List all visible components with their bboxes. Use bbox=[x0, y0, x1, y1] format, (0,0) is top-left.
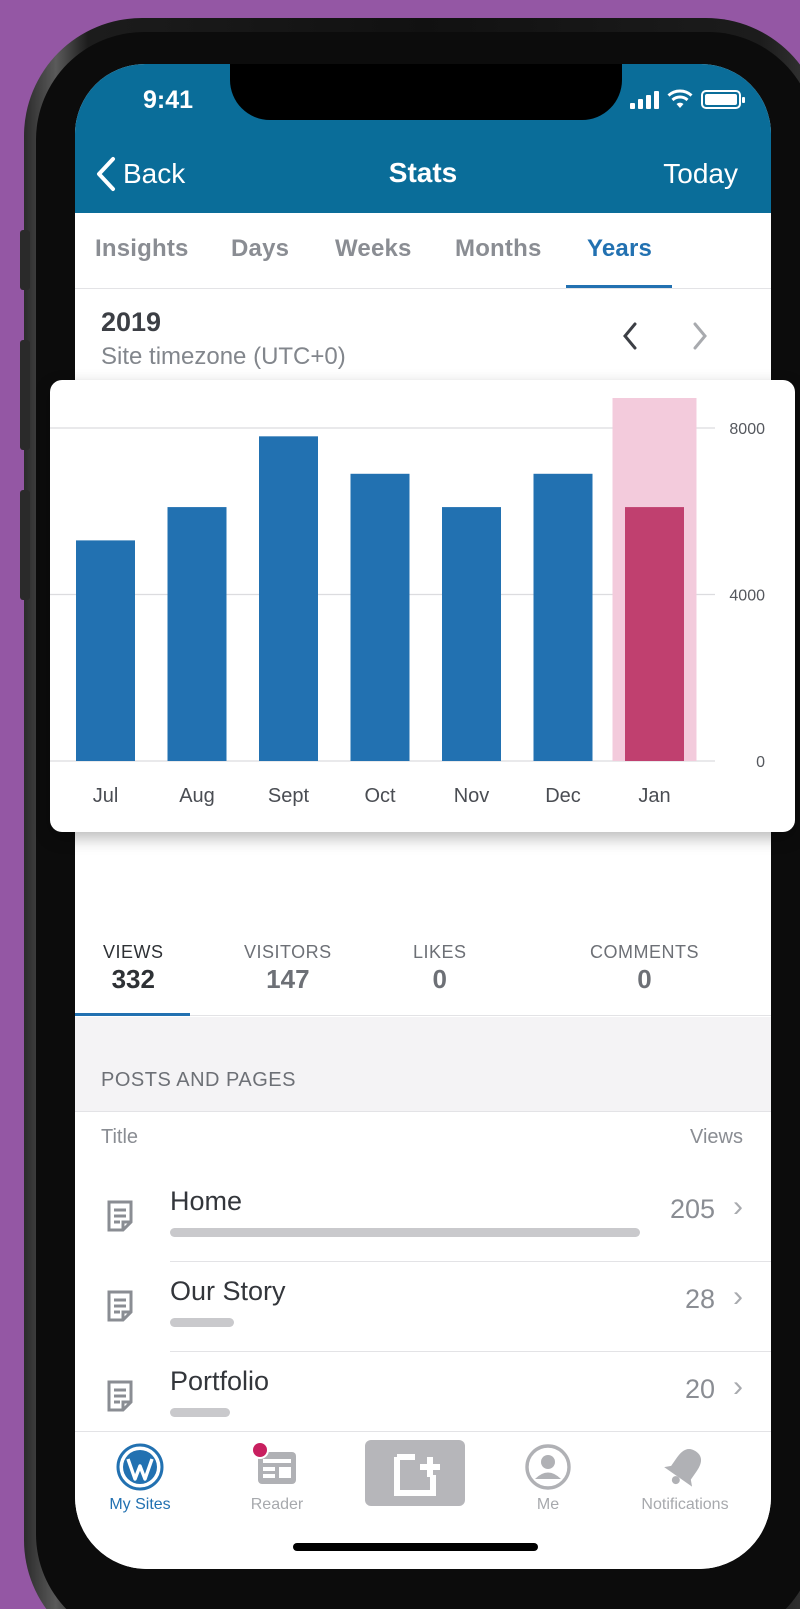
stat-likes[interactable]: LIKES 0 bbox=[413, 942, 467, 995]
post-views: 205 bbox=[669, 1194, 715, 1224]
views-bar bbox=[170, 1318, 234, 1327]
tab-reader[interactable]: Reader bbox=[212, 1441, 342, 1514]
bar-sept bbox=[259, 436, 318, 761]
section-title: POSTS AND PAGES bbox=[101, 1069, 296, 1091]
views-bar bbox=[170, 1228, 640, 1237]
bar-oct bbox=[350, 473, 410, 761]
x-tick-label: Jul bbox=[93, 785, 119, 807]
page-icon bbox=[107, 1290, 133, 1322]
battery-icon bbox=[701, 90, 745, 109]
stat-value: 0 bbox=[637, 964, 652, 994]
tab-insights[interactable]: Insights bbox=[95, 235, 189, 263]
next-period-button[interactable] bbox=[691, 321, 709, 351]
stat-comments[interactable]: COMMENTS 0 bbox=[590, 942, 699, 995]
today-button[interactable]: Today bbox=[663, 158, 738, 190]
x-tick-label: Sept bbox=[268, 785, 310, 807]
active-stat-indicator bbox=[75, 1013, 190, 1016]
table-header: Title Views bbox=[75, 1112, 771, 1172]
wifi-icon bbox=[667, 89, 693, 108]
stat-label: VIEWS bbox=[103, 942, 164, 962]
status-time: 9:41 bbox=[143, 86, 194, 114]
x-tick-label: Oct bbox=[364, 785, 396, 807]
back-label: Back bbox=[123, 158, 186, 189]
section-header: POSTS AND PAGES bbox=[75, 1017, 771, 1112]
tab-days[interactable]: Days bbox=[231, 235, 289, 263]
mute-switch bbox=[20, 230, 30, 290]
back-button[interactable]: Back bbox=[95, 156, 185, 192]
x-tick-label: Aug bbox=[179, 785, 215, 807]
tab-label: Me bbox=[536, 1496, 560, 1513]
tab-months[interactable]: Months bbox=[455, 235, 542, 263]
views-bar-chart: 0 4000 8000 Jul Aug Sept Oct Nov Dec Jan bbox=[50, 398, 765, 807]
stat-visitors[interactable]: VISITORS 147 bbox=[244, 942, 332, 995]
chevron-left-icon bbox=[97, 157, 115, 191]
tab-label: Reader bbox=[250, 1496, 304, 1513]
reader-icon bbox=[251, 1441, 302, 1492]
stat-label: COMMENTS bbox=[590, 942, 699, 962]
column-title: Title bbox=[101, 1126, 139, 1148]
tab-notifications[interactable]: Notifications bbox=[620, 1442, 750, 1514]
tab-my-sites[interactable]: My Sites bbox=[75, 1442, 205, 1514]
stat-label: LIKES bbox=[413, 942, 467, 962]
y-tick-label: 0 bbox=[756, 754, 765, 771]
stat-label: VISITORS bbox=[244, 942, 332, 962]
bar-jan bbox=[625, 507, 684, 761]
stat-value: 0 bbox=[432, 964, 447, 994]
chevron-right-icon: › bbox=[733, 1190, 743, 1223]
tab-label: Notifications bbox=[641, 1496, 729, 1513]
volume-down-button bbox=[20, 490, 30, 600]
tab-label: My Sites bbox=[109, 1496, 171, 1513]
stat-views[interactable]: VIEWS 332 bbox=[103, 942, 164, 995]
new-post-icon bbox=[394, 1454, 440, 1496]
table-row[interactable]: Our Story 28 › bbox=[75, 1262, 771, 1352]
table-row[interactable]: Portfolio 20 › bbox=[75, 1352, 771, 1442]
signal-icon bbox=[630, 91, 659, 109]
post-title: Our Story bbox=[170, 1276, 286, 1306]
summary-tabs: VIEWS 332 VISITORS 147 LIKES 0 COMMENTS … bbox=[75, 864, 771, 1016]
volume-up-button bbox=[20, 340, 30, 450]
tab-weeks[interactable]: Weeks bbox=[335, 235, 412, 263]
period-tabs: Insights Days Weeks Months Years bbox=[75, 213, 771, 289]
status-icons bbox=[630, 89, 745, 109]
post-views: 28 bbox=[684, 1284, 715, 1314]
post-views: 20 bbox=[684, 1374, 715, 1404]
chevron-right-icon: › bbox=[733, 1280, 743, 1313]
y-tick-label: 4000 bbox=[729, 588, 765, 605]
previous-period-button[interactable] bbox=[621, 321, 639, 351]
navigation-bar: 9:41 Back Stats Today bbox=[75, 64, 771, 213]
tab-me[interactable]: Me bbox=[483, 1442, 613, 1514]
period-year: 2019 bbox=[101, 307, 162, 337]
y-tick-label: 8000 bbox=[729, 421, 765, 438]
post-title: Portfolio bbox=[170, 1366, 270, 1396]
bar-jul bbox=[76, 540, 135, 761]
x-tick-label: Dec bbox=[545, 785, 581, 807]
bar-dec bbox=[533, 473, 593, 761]
bell-icon bbox=[660, 1442, 710, 1492]
me-icon bbox=[523, 1442, 573, 1492]
column-views: Views bbox=[690, 1126, 743, 1148]
tab-years[interactable]: Years bbox=[587, 235, 652, 263]
x-tick-label: Nov bbox=[454, 785, 490, 807]
new-post-button[interactable] bbox=[365, 1440, 465, 1506]
stat-value: 147 bbox=[266, 964, 310, 994]
page-icon bbox=[107, 1380, 133, 1412]
x-tick-label: Jan bbox=[638, 785, 670, 807]
timezone-label: Site timezone (UTC+0) bbox=[101, 343, 346, 370]
active-tab-indicator bbox=[566, 285, 672, 288]
bar-nov bbox=[442, 507, 501, 761]
views-bar bbox=[170, 1408, 230, 1417]
home-indicator bbox=[293, 1543, 538, 1551]
stat-value: 332 bbox=[111, 964, 155, 994]
chevron-right-icon: › bbox=[733, 1370, 743, 1403]
table-row[interactable]: Home 205 › bbox=[75, 1172, 771, 1262]
period-selector: 2019 Site timezone (UTC+0) bbox=[75, 289, 771, 379]
wordpress-icon bbox=[115, 1442, 165, 1492]
notch bbox=[230, 64, 622, 120]
page-icon bbox=[107, 1200, 133, 1232]
bar-aug bbox=[167, 507, 227, 761]
views-chart-card: 0 4000 8000 Jul Aug Sept Oct Nov Dec Jan bbox=[50, 380, 795, 832]
post-title: Home bbox=[170, 1186, 243, 1216]
